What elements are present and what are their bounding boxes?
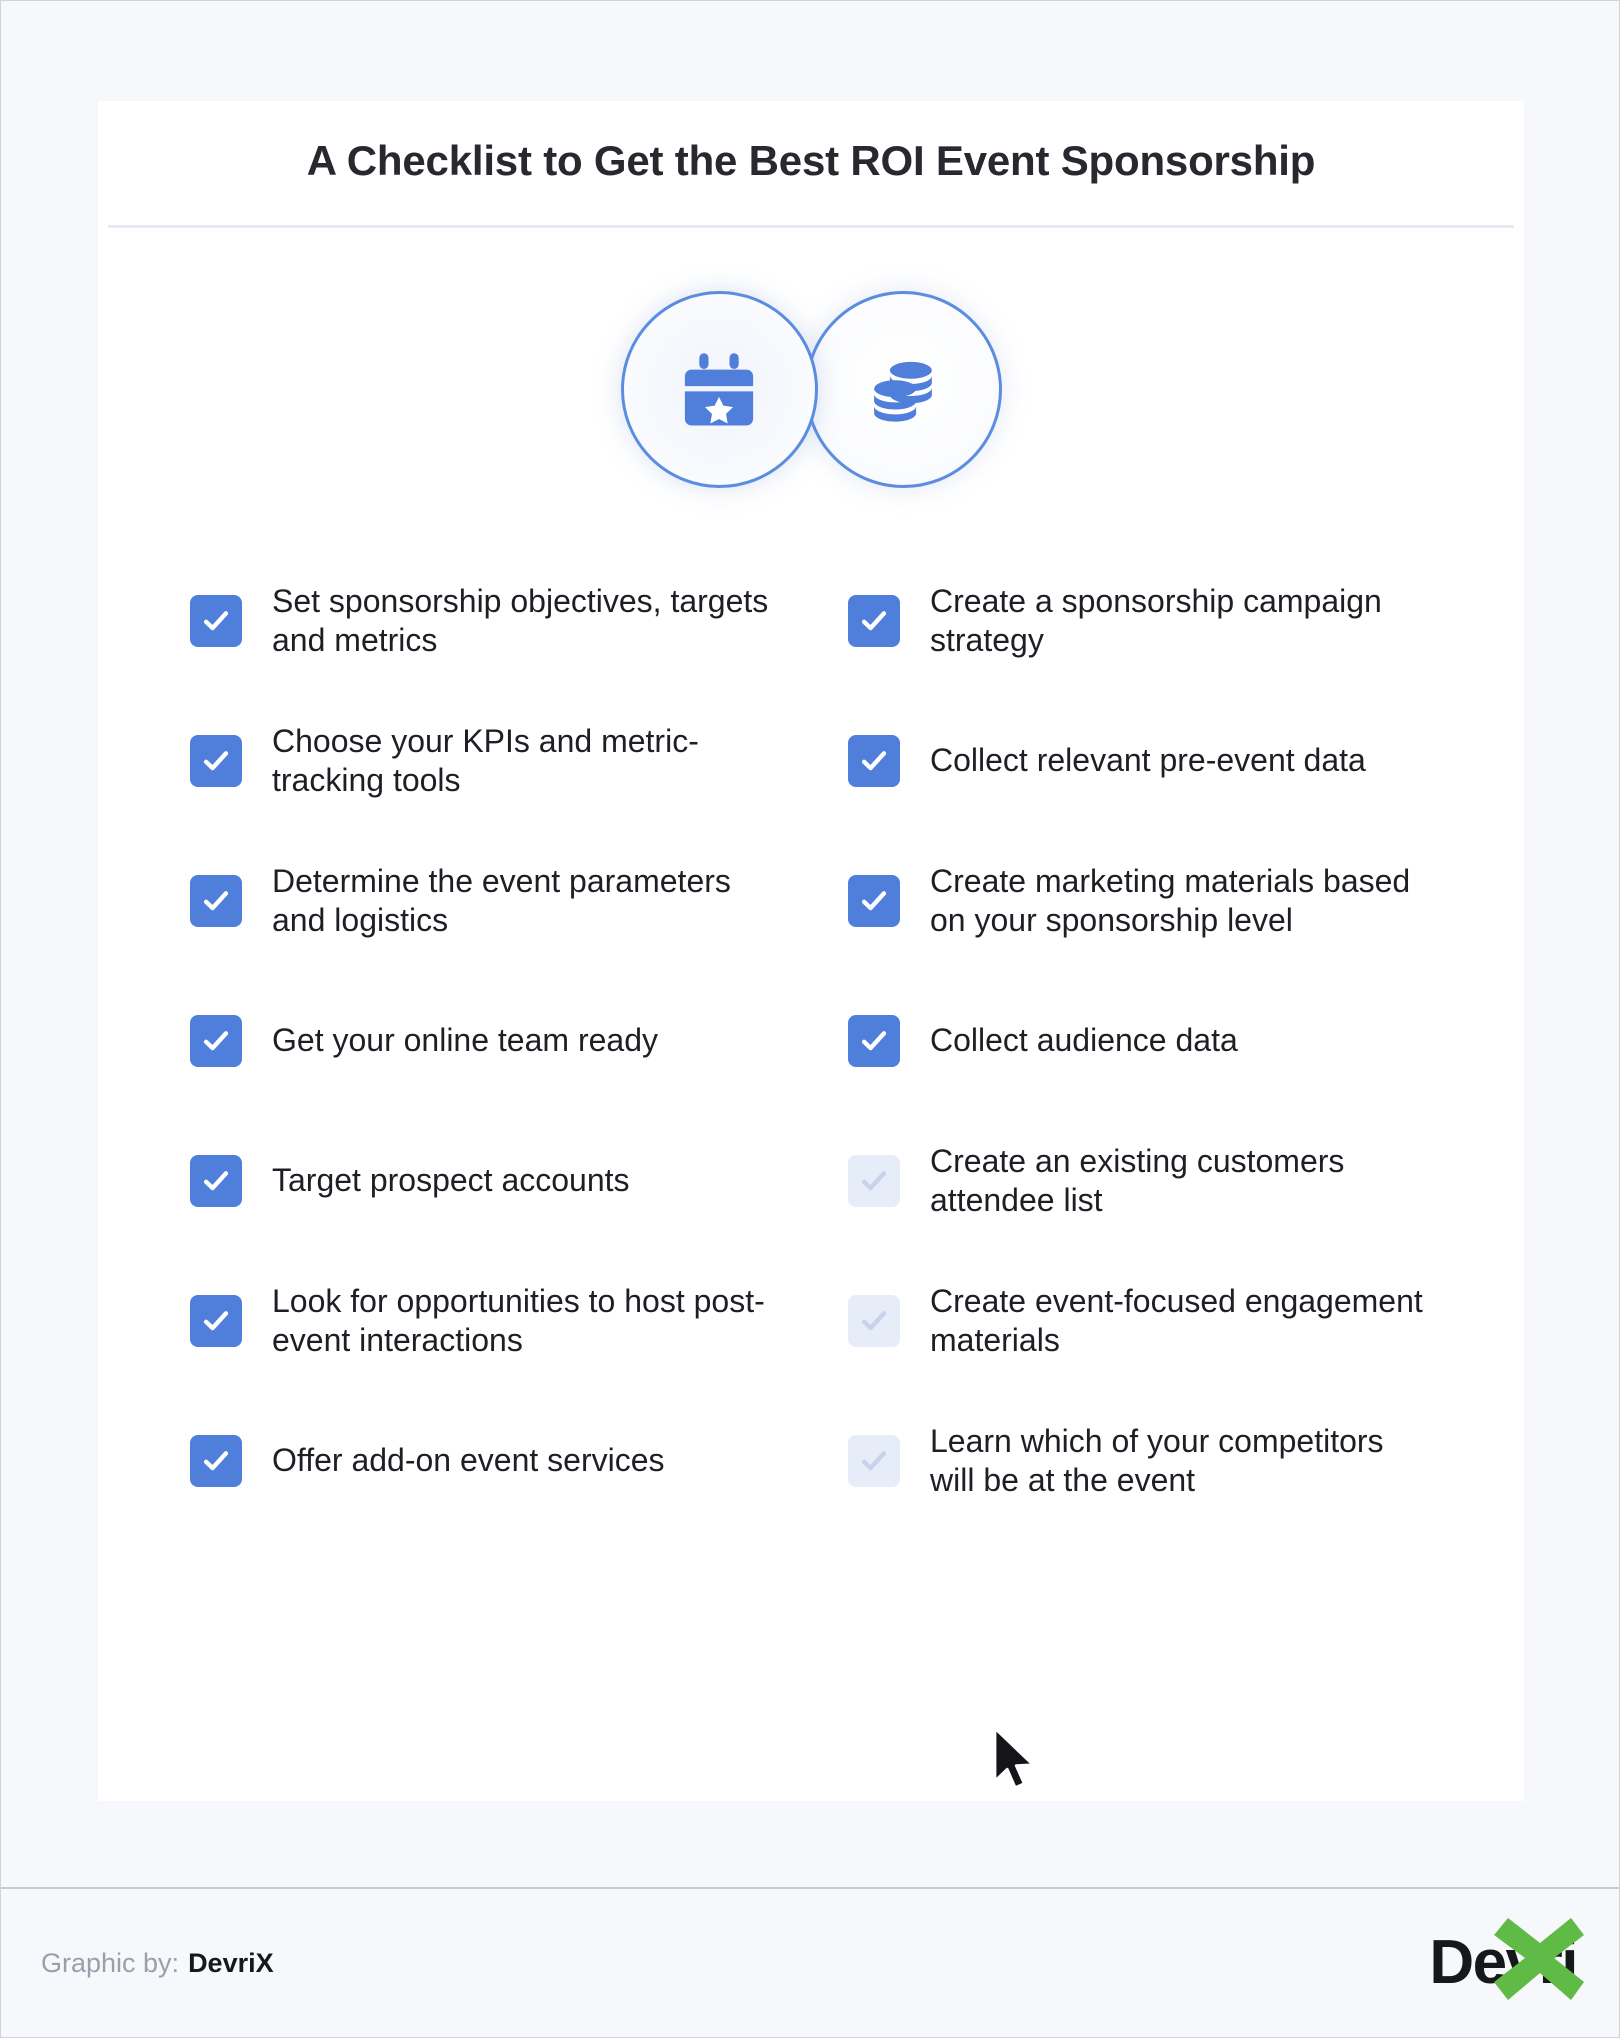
checklist-item[interactable]: Offer add-on event services: [190, 1391, 812, 1531]
checklist-item[interactable]: Get your online team ready: [190, 971, 812, 1111]
checkbox-checked[interactable]: [848, 735, 900, 787]
checkbox-checked[interactable]: [190, 595, 242, 647]
checklist-item-label: Create an existing customers attendee li…: [930, 1142, 1345, 1218]
mouse-cursor-icon: [991, 1726, 1043, 1797]
calendar-star-badge: [620, 291, 818, 488]
checkbox-checked[interactable]: [190, 1435, 242, 1487]
checklist-card: A Checklist to Get the Best ROI Event Sp…: [98, 101, 1524, 1801]
title-divider: [108, 225, 1514, 228]
checklist-item-label: Offer add-on event services: [272, 1442, 665, 1479]
infographic-page: A Checklist to Get the Best ROI Event Sp…: [0, 0, 1620, 2038]
logo-x-mark-icon: [1491, 1906, 1587, 2015]
checklist-item-label: Target prospect accounts: [272, 1162, 630, 1199]
icon-badge-group: [98, 291, 1524, 488]
checkbox-checked[interactable]: [848, 1015, 900, 1067]
checklist-item-label: Determine the event parameters and logis…: [272, 862, 731, 938]
checklist-item-label: Set sponsorship objectives, targets and …: [272, 582, 769, 658]
checklist-column-right: Create a sponsorship campaign strategy Co…: [812, 551, 1434, 1531]
checkbox-checked[interactable]: [190, 1155, 242, 1207]
checkbox-unchecked[interactable]: [848, 1295, 900, 1347]
checklist-column-left: Set sponsorship objectives, targets and …: [190, 551, 812, 1531]
checklist-item[interactable]: Determine the event parameters and logis…: [190, 831, 812, 971]
checklist-item[interactable]: Look for opportunities to host post-even…: [190, 1251, 812, 1391]
checklist-item-label: Create a sponsorship campaign strategy: [930, 582, 1382, 658]
checklist-item-label: Learn which of your competitors will be …: [930, 1422, 1384, 1498]
checklist-item-label: Create marketing materials based on your…: [930, 862, 1411, 938]
canvas-area: A Checklist to Get the Best ROI Event Sp…: [1, 1, 1619, 1887]
checklist-item[interactable]: Set sponsorship objectives, targets and …: [190, 551, 812, 691]
checkbox-checked[interactable]: [190, 1295, 242, 1347]
checklist-item-label: Collect audience data: [930, 1022, 1238, 1059]
checklist-item[interactable]: Choose your KPIs and metric-tracking too…: [190, 691, 812, 831]
page-title: A Checklist to Get the Best ROI Event Sp…: [306, 137, 1316, 184]
credit-prefix: Graphic by:: [41, 1947, 180, 1978]
credit-line: Graphic by: DevriX: [41, 1948, 274, 1979]
calendar-star-icon: [677, 348, 761, 432]
devrix-logo: Devri: [1429, 1918, 1584, 2006]
checklist-item[interactable]: Create event-focused engagement material…: [848, 1251, 1434, 1391]
checkbox-checked[interactable]: [848, 595, 900, 647]
checklist-item-label: Get your online team ready: [272, 1022, 658, 1059]
checklist-item[interactable]: Collect relevant pre-event data: [848, 691, 1434, 831]
checkbox-unchecked[interactable]: [848, 1435, 900, 1487]
checklist-item-label: Create event-focused engagement material…: [930, 1282, 1423, 1358]
checklist-item[interactable]: Target prospect accounts: [190, 1111, 812, 1251]
checklist-item-label: Choose your KPIs and metric-tracking too…: [272, 722, 699, 798]
coins-icon: [861, 348, 945, 432]
checkbox-checked[interactable]: [190, 735, 242, 787]
footer-bar: Graphic by: DevriX Devri: [1, 1887, 1619, 2037]
checklist-item-label: Look for opportunities to host post-even…: [272, 1282, 765, 1358]
coins-badge: [804, 291, 1002, 488]
credit-brand: DevriX: [188, 1947, 274, 1978]
checkbox-unchecked[interactable]: [848, 1155, 900, 1207]
checklist-item[interactable]: Create a sponsorship campaign strategy: [848, 551, 1434, 691]
checklist-item[interactable]: Collect audience data: [848, 971, 1434, 1111]
checklist-item[interactable]: Create an existing customers attendee li…: [848, 1111, 1434, 1251]
checklist-item-label: Collect relevant pre-event data: [930, 742, 1366, 779]
checklist-item[interactable]: Learn which of your competitors will be …: [848, 1391, 1434, 1531]
checkbox-checked[interactable]: [190, 875, 242, 927]
checklist-columns: Set sponsorship objectives, targets and …: [98, 551, 1524, 1531]
checkbox-checked[interactable]: [190, 1015, 242, 1067]
checkbox-checked[interactable]: [848, 875, 900, 927]
checklist-item[interactable]: Create marketing materials based on your…: [848, 831, 1434, 971]
